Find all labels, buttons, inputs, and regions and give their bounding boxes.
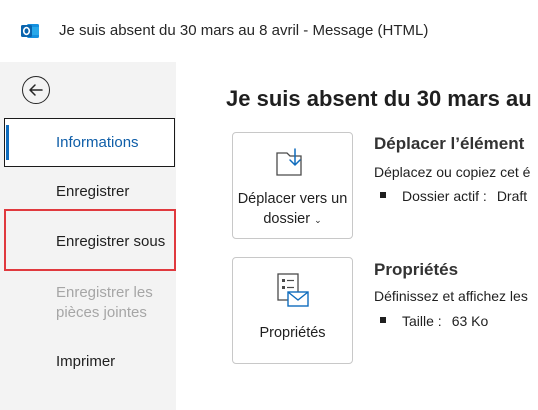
properties-button[interactable]: Propriétés <box>232 257 353 364</box>
sidebar-item-imprimer[interactable]: Imprimer <box>56 352 115 372</box>
properties-label: Propriétés <box>259 325 326 341</box>
move-to-folder-label: Déplacer vers un dossier ⌄ <box>237 191 348 227</box>
main-panel: Je suis absent du 30 mars au 8 Déplacer … <box>176 62 538 410</box>
bullet-icon <box>380 192 386 199</box>
backstage-sidebar: Informations Enregistrer Enregistrer sou… <box>0 62 176 410</box>
move-section-description: Déplacez ou copiez cet é <box>374 164 531 180</box>
title-bar: Je suis absent du 30 mars au 8 avril - M… <box>0 0 538 62</box>
sidebar-item-enregistrer[interactable]: Enregistrer <box>56 182 129 202</box>
properties-section-bullet: Taille :63 Ko <box>380 313 488 329</box>
move-section-title: Déplacer l’élément <box>374 134 525 153</box>
selected-indicator <box>6 125 9 160</box>
properties-icon <box>277 273 309 307</box>
sidebar-item-enregistrer-pieces-jointes: Enregistrer les pièces jointes <box>56 284 153 321</box>
move-section-bullet: Dossier actif : Draft <box>380 188 527 204</box>
page-title: Je suis absent du 30 mars au 8 <box>226 86 538 111</box>
sidebar-item-enregistrer-sous[interactable]: Enregistrer sous <box>56 232 165 252</box>
move-to-folder-icon <box>276 148 302 176</box>
properties-section-title: Propriétés <box>374 260 459 279</box>
back-button[interactable] <box>22 76 50 104</box>
back-arrow-icon <box>29 84 43 96</box>
outlook-icon <box>21 24 39 38</box>
sidebar-item-informations[interactable]: Informations <box>56 133 139 153</box>
move-to-folder-button[interactable]: Déplacer vers un dossier ⌄ <box>232 132 353 239</box>
properties-section-description: Définissez et affichez les <box>374 288 528 304</box>
chevron-down-icon: ⌄ <box>314 215 322 225</box>
bullet-icon <box>380 317 386 324</box>
window-title: Je suis absent du 30 mars au 8 avril - M… <box>59 22 429 39</box>
